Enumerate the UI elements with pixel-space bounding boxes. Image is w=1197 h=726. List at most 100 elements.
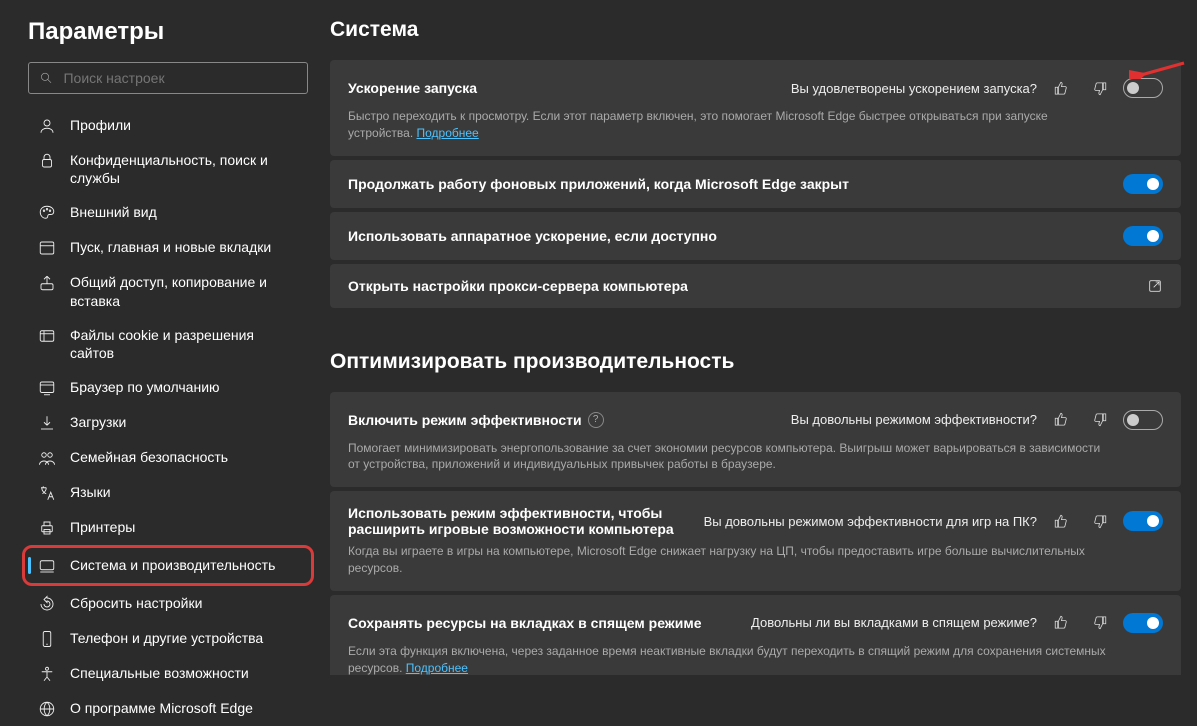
card-proxy-settings[interactable]: Открыть настройки прокси-сервера компьют…: [330, 264, 1181, 308]
thumbs-down-icon: [1092, 81, 1107, 96]
card-desc: Быстро переходить к просмотру. Если этот…: [348, 108, 1108, 142]
card-title: Ускорение запуска: [348, 80, 477, 96]
card-title: Использовать аппаратное ускорение, если …: [348, 228, 717, 244]
card-desc: Если эта функция включена, через заданно…: [348, 643, 1108, 675]
sidebar-item-label: Специальные возможности: [70, 664, 249, 682]
thumbs-up-button[interactable]: [1047, 507, 1075, 535]
feedback-question: Вы удовлетворены ускорением запуска?: [791, 81, 1037, 96]
printers-icon: [38, 519, 56, 537]
feedback-question: Вы довольны режимом эффективности?: [791, 412, 1037, 427]
annotation-highlight: Система и производительность: [22, 545, 314, 586]
sidebar-item-label: О программе Microsoft Edge: [70, 699, 253, 717]
card-gaming-efficiency: Использовать режим эффективности, чтобы …: [330, 491, 1181, 591]
about-icon: [38, 700, 56, 718]
thumbs-up-icon: [1054, 81, 1069, 96]
card-title: Включить режим эффективности: [348, 412, 582, 428]
languages-icon: [38, 484, 56, 502]
search-input-wrapper[interactable]: [28, 62, 308, 94]
sidebar-item-cookies[interactable]: Файлы cookie и разрешения сайтов: [28, 318, 308, 370]
learn-more-link[interactable]: Подробнее: [406, 661, 468, 675]
family-icon: [38, 449, 56, 467]
card-background-apps: Продолжать работу фоновых приложений, ко…: [330, 160, 1181, 208]
thumbs-down-icon: [1092, 412, 1107, 427]
startup-boost-toggle[interactable]: [1123, 78, 1163, 98]
main-content: Система Ускорение запуска Вы удовлетворе…: [330, 0, 1197, 675]
efficiency-mode-toggle[interactable]: [1123, 410, 1163, 430]
sidebar-item-label: Языки: [70, 483, 111, 501]
card-hardware-accel: Использовать аппаратное ускорение, если …: [330, 212, 1181, 260]
thumbs-up-button[interactable]: [1047, 609, 1075, 637]
thumbs-down-icon: [1092, 514, 1107, 529]
sidebar-item-default[interactable]: Браузер по умолчанию: [28, 370, 308, 405]
card-desc: Помогает минимизировать энергопользовани…: [348, 440, 1108, 474]
background-apps-toggle[interactable]: [1123, 174, 1163, 194]
info-icon[interactable]: ?: [588, 412, 604, 428]
sidebar-item-label: Сбросить настройки: [70, 594, 202, 612]
sidebar-item-phone[interactable]: Телефон и другие устройства: [28, 621, 308, 656]
card-efficiency-mode: Включить режим эффективности ? Вы доволь…: [330, 392, 1181, 488]
sidebar: Параметры ПрофилиКонфиденциальность, пои…: [0, 0, 330, 675]
learn-more-link[interactable]: Подробнее: [417, 126, 479, 140]
card-title: Сохранять ресурсы на вкладках в спящем р…: [348, 615, 702, 631]
sidebar-item-label: Телефон и другие устройства: [70, 629, 263, 647]
thumbs-down-button[interactable]: [1085, 507, 1113, 535]
feedback-question: Вы довольны режимом эффективности для иг…: [704, 514, 1037, 529]
hardware-accel-toggle[interactable]: [1123, 226, 1163, 246]
thumbs-up-button[interactable]: [1047, 406, 1075, 434]
sidebar-item-label: Пуск, главная и новые вкладки: [70, 238, 271, 256]
phone-icon: [38, 630, 56, 648]
sidebar-item-about[interactable]: О программе Microsoft Edge: [28, 691, 308, 726]
card-title: Использовать режим эффективности, чтобы …: [348, 505, 678, 537]
default-icon: [38, 379, 56, 397]
external-link-icon: [1147, 278, 1163, 294]
sidebar-item-label: Принтеры: [70, 518, 135, 536]
sidebar-item-label: Файлы cookie и разрешения сайтов: [70, 326, 298, 362]
sidebar-item-privacy[interactable]: Конфиденциальность, поиск и службы: [28, 143, 308, 195]
thumbs-up-icon: [1054, 514, 1069, 529]
feedback-question: Довольны ли вы вкладками в спящем режиме…: [751, 615, 1037, 630]
sleeping-tabs-toggle[interactable]: [1123, 613, 1163, 633]
thumbs-down-button[interactable]: [1085, 609, 1113, 637]
sidebar-item-accessibility[interactable]: Специальные возможности: [28, 656, 308, 691]
sidebar-item-share[interactable]: Общий доступ, копирование и вставка: [28, 265, 308, 317]
accessibility-icon: [38, 665, 56, 683]
thumbs-up-icon: [1054, 615, 1069, 630]
gaming-efficiency-toggle[interactable]: [1123, 511, 1163, 531]
sidebar-item-label: Браузер по умолчанию: [70, 378, 220, 396]
thumbs-down-button[interactable]: [1085, 74, 1113, 102]
privacy-icon: [38, 152, 56, 170]
sidebar-item-family[interactable]: Семейная безопасность: [28, 440, 308, 475]
card-title: Открыть настройки прокси-сервера компьют…: [348, 278, 688, 294]
profiles-icon: [38, 117, 56, 135]
card-sleeping-tabs: Сохранять ресурсы на вкладках в спящем р…: [330, 595, 1181, 675]
card-startup-boost: Ускорение запуска Вы удовлетворены ускор…: [330, 60, 1181, 156]
sidebar-item-reset[interactable]: Сбросить настройки: [28, 586, 308, 621]
section-system-title: Система: [330, 18, 1181, 42]
sidebar-item-profiles[interactable]: Профили: [28, 108, 308, 143]
search-input[interactable]: [63, 70, 297, 86]
sidebar-item-system[interactable]: Система и производительность: [28, 548, 308, 583]
thumbs-down-button[interactable]: [1085, 406, 1113, 434]
sidebar-item-downloads[interactable]: Загрузки: [28, 405, 308, 440]
sidebar-item-label: Внешний вид: [70, 203, 157, 221]
sidebar-item-label: Загрузки: [70, 413, 126, 431]
thumbs-down-icon: [1092, 615, 1107, 630]
sidebar-item-label: Система и производительность: [70, 556, 275, 574]
sidebar-item-start[interactable]: Пуск, главная и новые вкладки: [28, 230, 308, 265]
card-title: Продолжать работу фоновых приложений, ко…: [348, 176, 849, 192]
cookies-icon: [38, 327, 56, 345]
thumbs-up-icon: [1054, 412, 1069, 427]
reset-icon: [38, 595, 56, 613]
sidebar-item-languages[interactable]: Языки: [28, 475, 308, 510]
sidebar-item-label: Семейная безопасность: [70, 448, 228, 466]
search-icon: [39, 70, 53, 86]
sidebar-item-label: Конфиденциальность, поиск и службы: [70, 151, 298, 187]
sidebar-item-printers[interactable]: Принтеры: [28, 510, 308, 545]
system-icon: [38, 557, 56, 575]
thumbs-up-button[interactable]: [1047, 74, 1075, 102]
section-performance-title: Оптимизировать производительность: [330, 350, 1181, 374]
sidebar-item-appearance[interactable]: Внешний вид: [28, 195, 308, 230]
sidebar-item-label: Общий доступ, копирование и вставка: [70, 273, 298, 309]
downloads-icon: [38, 414, 56, 432]
start-icon: [38, 239, 56, 257]
